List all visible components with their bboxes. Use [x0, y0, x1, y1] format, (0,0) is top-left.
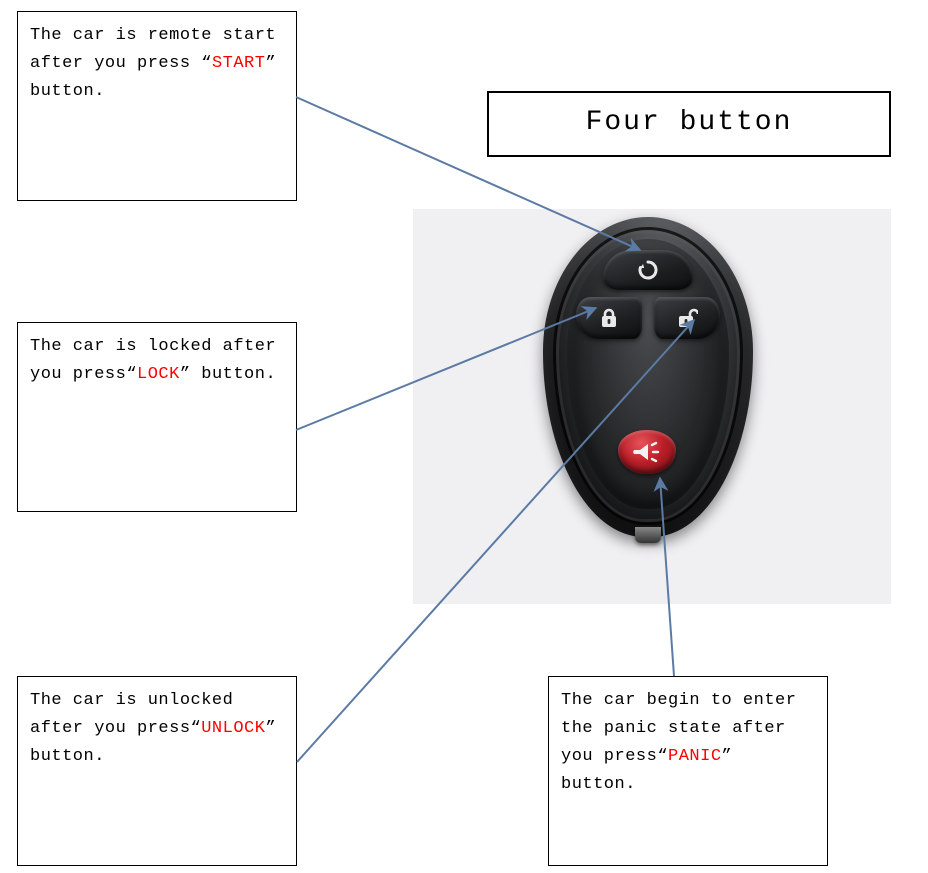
diagram-title: Four button — [487, 91, 891, 157]
callout-lock-text-after: button. — [191, 365, 277, 384]
keyfob-lock-button[interactable] — [576, 297, 642, 339]
callout-unlock-text-after: button. — [30, 747, 105, 766]
keyfob-keyring-tab — [635, 527, 661, 543]
keyfob-panic-button[interactable] — [618, 430, 676, 474]
unlock-icon — [676, 307, 698, 329]
callout-panic: The car begin to enter the panic state a… — [548, 676, 828, 866]
keyfob-body — [543, 217, 753, 537]
lock-icon — [599, 307, 619, 329]
diagram-stage: Four button The car is remote start afte… — [0, 0, 928, 873]
callout-lock-quote-open: “ — [126, 365, 137, 384]
keyfob-start-button[interactable] — [603, 250, 693, 290]
callout-start-quote-open: “ — [201, 54, 212, 73]
callout-unlock-quote-close: ” — [265, 719, 276, 738]
callout-start-keyword: START — [212, 54, 266, 73]
callout-panic-quote-open: “ — [657, 747, 668, 766]
callout-panic-keyword: PANIC — [668, 747, 722, 766]
callout-panic-text-after: button. — [561, 775, 636, 794]
keyfob-unlock-button[interactable] — [654, 297, 720, 339]
callout-unlock-quote-open: “ — [191, 719, 202, 738]
panic-horn-icon — [630, 440, 664, 464]
callout-start-text-after: button. — [30, 82, 105, 101]
keyfob-photo — [413, 209, 891, 604]
callout-unlock: The car is unlocked after you press“UNLO… — [17, 676, 297, 866]
callout-start: The car is remote start after you press … — [17, 11, 297, 201]
callout-start-quote-close: ” — [265, 54, 276, 73]
remote-start-icon — [631, 259, 665, 281]
callout-panic-quote-close: ” — [722, 747, 733, 766]
callout-unlock-keyword: UNLOCK — [201, 719, 265, 738]
callout-lock: The car is locked after you press“LOCK” … — [17, 322, 297, 512]
callout-lock-quote-close: ” — [180, 365, 191, 384]
callout-lock-keyword: LOCK — [137, 365, 180, 384]
